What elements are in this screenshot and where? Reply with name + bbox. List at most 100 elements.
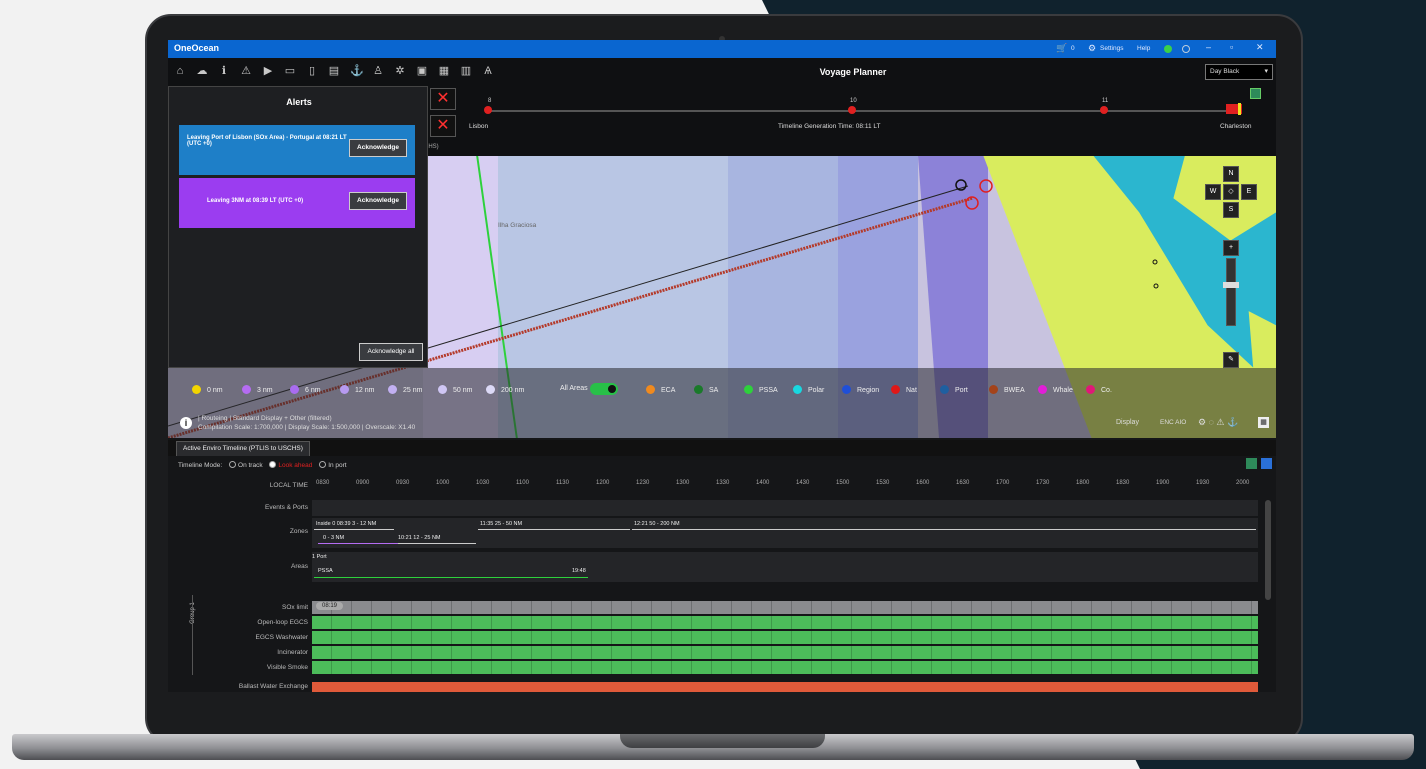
area-segment-pssa[interactable]: PSSA bbox=[318, 568, 333, 574]
timeline-scrollbar[interactable] bbox=[1265, 500, 1271, 600]
zone-segment[interactable]: 12:21 50 - 200 NM bbox=[634, 521, 680, 527]
route-start-port: Lisbon bbox=[469, 123, 489, 130]
area-segment-port[interactable]: 1 Port bbox=[312, 554, 327, 560]
time-tick: 1330 bbox=[716, 480, 730, 486]
legend-nat[interactable]: Nat bbox=[891, 385, 917, 394]
display-tool-icons[interactable]: ⚙ ◌ ⚠ ⚓ bbox=[1198, 417, 1238, 428]
acknowledge-all-button[interactable]: Acknowledge all bbox=[359, 343, 423, 361]
alerts-title: Alerts bbox=[286, 97, 312, 107]
zone-segment-line bbox=[478, 529, 630, 530]
legend-region[interactable]: Region bbox=[842, 385, 879, 394]
sox-limit-bar[interactable] bbox=[312, 601, 1258, 614]
settings-button[interactable]: Settings bbox=[1100, 45, 1124, 52]
list-icon[interactable]: ▥ bbox=[460, 65, 472, 77]
cloud-icon[interactable]: ☁ bbox=[196, 65, 208, 77]
area-segment-end-time: 19:48 bbox=[572, 568, 586, 574]
legend-dot-icon bbox=[940, 385, 949, 394]
egcs-washwater-bar[interactable] bbox=[312, 631, 1258, 644]
legend-dot-icon bbox=[744, 385, 753, 394]
legend-6nm[interactable]: 6 nm bbox=[290, 385, 321, 394]
legend-3nm[interactable]: 3 nm bbox=[242, 385, 273, 394]
info-circle-icon[interactable]: i bbox=[180, 417, 192, 429]
on-track-label: On track bbox=[238, 462, 263, 469]
warning-icon[interactable]: ⚠ bbox=[240, 65, 252, 77]
scale-line-1: | Routeing | Standard Display + Other (f… bbox=[198, 415, 332, 422]
grid-icon[interactable]: ▦ bbox=[438, 65, 450, 77]
pencil-icon[interactable]: ✎ bbox=[1223, 352, 1239, 368]
zoom-slider-handle[interactable] bbox=[1223, 282, 1239, 288]
zone-segment[interactable]: 11:35 25 - 50 NM bbox=[480, 521, 522, 527]
legend-50nm[interactable]: 50 nm bbox=[438, 385, 472, 394]
close-alert-button-2[interactable]: ✕ bbox=[430, 115, 456, 137]
expand-icon[interactable] bbox=[1250, 88, 1261, 99]
legend-bwea[interactable]: BWEA bbox=[989, 385, 1025, 394]
visible-smoke-bar[interactable] bbox=[312, 661, 1258, 674]
radio-on-track[interactable] bbox=[229, 461, 237, 468]
zone-segment[interactable]: 0 - 3 NM bbox=[323, 535, 344, 541]
timeline-settings-icon[interactable] bbox=[1261, 458, 1272, 469]
legend-200nm[interactable]: 200 nm bbox=[486, 385, 524, 394]
legend-12nm[interactable]: 12 nm bbox=[340, 385, 374, 394]
legend-25nm[interactable]: 25 nm bbox=[388, 385, 422, 394]
time-tick: 1000 bbox=[436, 480, 450, 486]
gear-icon[interactable]: ✲ bbox=[394, 65, 406, 77]
maximize-button[interactable]: ▫ bbox=[1230, 42, 1233, 52]
legend-eca[interactable]: ECA bbox=[646, 385, 675, 394]
compass-east-button[interactable]: E bbox=[1241, 184, 1257, 200]
minimize-button[interactable]: – bbox=[1206, 42, 1211, 52]
compass-icon[interactable]: Ѧ bbox=[482, 65, 494, 77]
anchor-icon[interactable]: ⚓ bbox=[350, 65, 364, 77]
zoom-slider[interactable] bbox=[1226, 258, 1236, 326]
legend-polar[interactable]: Polar bbox=[793, 385, 824, 394]
legend-sa[interactable]: SA bbox=[694, 385, 718, 394]
legend-dot-icon bbox=[388, 385, 397, 394]
map-icon[interactable]: ▭ bbox=[284, 65, 296, 77]
grid-icon[interactable]: ▦ bbox=[1258, 417, 1269, 428]
help-button[interactable]: Help bbox=[1137, 45, 1150, 52]
acknowledge-button[interactable]: Acknowledge bbox=[349, 139, 407, 157]
home-icon[interactable]: ⌂ bbox=[174, 65, 186, 77]
compass-north-button[interactable]: N bbox=[1223, 166, 1239, 182]
theme-select[interactable]: Day Black ▾ bbox=[1205, 64, 1273, 80]
catalog-icon[interactable]: ▤ bbox=[328, 65, 340, 77]
cart-icon[interactable]: 🛒 bbox=[1056, 43, 1067, 54]
legend-whale[interactable]: Whale bbox=[1038, 385, 1073, 394]
incinerator-bar[interactable] bbox=[312, 646, 1258, 659]
radio-in-port[interactable] bbox=[319, 461, 327, 468]
open-loop-bar[interactable] bbox=[312, 616, 1258, 629]
time-tick: 1700 bbox=[996, 480, 1010, 486]
book-icon[interactable]: ▯ bbox=[306, 65, 318, 77]
info-icon[interactable]: ℹ bbox=[218, 65, 230, 77]
map-place-label: Ilha Graciosa bbox=[498, 222, 537, 229]
timeline-mode: Timeline Mode: On track Look ahead In po… bbox=[178, 461, 347, 469]
legend-0nm[interactable]: 0 nm bbox=[192, 385, 223, 394]
person-icon[interactable]: ♙ bbox=[372, 65, 384, 77]
tab-active-enviro-timeline[interactable]: Active Enviro Timeline (PTLIS to USCHS) bbox=[176, 441, 310, 456]
compass-center-icon[interactable]: ◇ bbox=[1223, 184, 1239, 200]
compass-south-button[interactable]: S bbox=[1223, 202, 1239, 218]
settings-gear-icon[interactable]: ⚙ bbox=[1088, 43, 1096, 54]
acknowledge-button[interactable]: Acknowledge bbox=[349, 192, 407, 210]
display-label[interactable]: Display bbox=[1116, 419, 1139, 426]
layers-icon[interactable]: ▣ bbox=[416, 65, 428, 77]
timeline-refresh-icon[interactable] bbox=[1246, 458, 1257, 469]
time-tick: 1500 bbox=[836, 480, 850, 486]
chart-mode-toggle[interactable]: ENC AIO bbox=[1160, 419, 1186, 426]
zoom-in-button[interactable]: + bbox=[1223, 240, 1239, 256]
zone-segment[interactable]: 10:21 12 - 25 NM bbox=[398, 535, 441, 541]
zone-segment[interactable]: Inside 0 08:39 3 - 12 NM bbox=[316, 521, 376, 527]
route-marker-10[interactable] bbox=[848, 106, 856, 114]
legend-pssa[interactable]: PSSA bbox=[744, 385, 778, 394]
play-icon[interactable]: ▶ bbox=[262, 65, 274, 77]
close-window-button[interactable]: ✕ bbox=[1256, 42, 1264, 53]
user-status-icon[interactable] bbox=[1182, 45, 1190, 53]
legend-co[interactable]: Co. bbox=[1086, 385, 1112, 394]
route-marker-start[interactable] bbox=[484, 106, 492, 114]
close-alert-button-1[interactable]: ✕ bbox=[430, 88, 456, 110]
ballast-water-bar[interactable] bbox=[312, 682, 1258, 692]
route-marker-11[interactable] bbox=[1100, 106, 1108, 114]
legend-port[interactable]: Port bbox=[940, 385, 968, 394]
radio-look-ahead[interactable] bbox=[269, 461, 277, 468]
compass-west-button[interactable]: W bbox=[1205, 184, 1221, 200]
all-areas-toggle[interactable] bbox=[590, 383, 618, 395]
